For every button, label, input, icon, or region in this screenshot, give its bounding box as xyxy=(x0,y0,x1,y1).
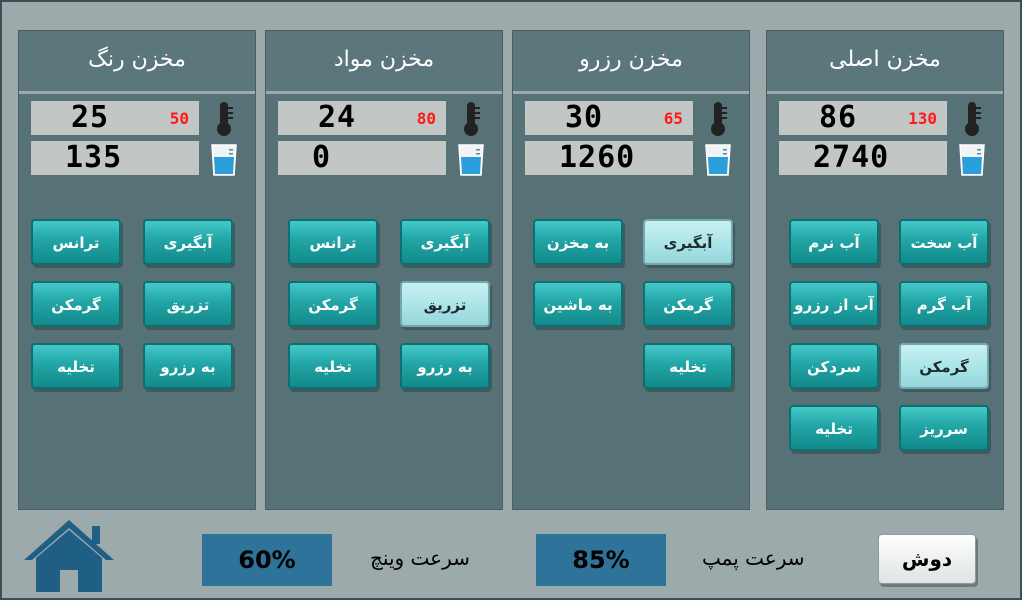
beaker-icon xyxy=(705,144,731,176)
temperature-value: 24 xyxy=(318,100,357,135)
beaker-icon xyxy=(458,144,484,176)
hmi-screen: مخزن رنگ 25 50 135 ترانس آبگیری گرمکن تز… xyxy=(0,0,1022,600)
home-icon[interactable] xyxy=(20,516,118,594)
heater-button[interactable]: گرمکن xyxy=(643,281,733,327)
temperature-setpoint: 130 xyxy=(908,109,937,128)
winch-speed-label: سرعت وینچ xyxy=(370,546,470,570)
level-value: 0 xyxy=(312,140,332,175)
temperature-value: 25 xyxy=(71,100,110,135)
panel-title: مخزن رنگ xyxy=(19,31,255,94)
level-value: 135 xyxy=(65,140,123,175)
inject-button[interactable]: تزریق xyxy=(143,281,233,327)
beaker-icon xyxy=(959,144,985,176)
temperature-readout: 24 80 xyxy=(278,101,446,135)
level-value: 1260 xyxy=(559,140,636,175)
temperature-value: 30 xyxy=(565,100,604,135)
level-readout: 2740 xyxy=(779,141,947,175)
level-readout: 1260 xyxy=(525,141,693,175)
pump-speed-label: سرعت پمپ xyxy=(702,546,805,570)
thermometer-icon xyxy=(217,102,233,136)
fill-button[interactable]: آبگیری xyxy=(143,219,233,265)
panel-reserve-tank: مخزن رزرو 30 65 1260 به مخزن آبگیری به م… xyxy=(512,30,750,510)
temperature-setpoint: 65 xyxy=(663,109,683,128)
drain-button[interactable]: تخلیه xyxy=(288,343,378,389)
trans-button[interactable]: ترانس xyxy=(31,219,121,265)
to-tank-button[interactable]: به مخزن xyxy=(533,219,623,265)
shower-button[interactable]: دوش xyxy=(878,534,976,584)
panel-title: مخزن مواد xyxy=(266,31,502,94)
temperature-readout: 86 130 xyxy=(779,101,947,135)
pump-speed-value: 85% xyxy=(536,534,666,586)
panel-material-tank: مخزن مواد 24 80 0 ترانس آبگیری گرمکن تزر… xyxy=(265,30,503,510)
water-from-reserve-button[interactable]: آب از رزرو xyxy=(789,281,879,327)
panel-paint-tank: مخزن رنگ 25 50 135 ترانس آبگیری گرمکن تز… xyxy=(18,30,256,510)
to-reserve-button[interactable]: به رزرو xyxy=(400,343,490,389)
panel-title: مخزن رزرو xyxy=(513,31,749,94)
beaker-icon xyxy=(211,144,237,176)
thermometer-icon xyxy=(965,102,981,136)
soft-water-button[interactable]: آب نرم xyxy=(789,219,879,265)
panel-title: مخزن اصلی xyxy=(767,31,1003,94)
temperature-setpoint: 80 xyxy=(416,109,436,128)
to-machine-button[interactable]: به ماشین xyxy=(533,281,623,327)
level-readout: 135 xyxy=(31,141,199,175)
thermometer-icon xyxy=(711,102,727,136)
panel-main-tank: مخزن اصلی 86 130 2740 آب نرم آب سخت آب ا… xyxy=(766,30,1004,510)
overflow-button[interactable]: سرریز xyxy=(899,405,989,451)
hard-water-button[interactable]: آب سخت xyxy=(899,219,989,265)
inject-button[interactable]: تزریق xyxy=(400,281,490,327)
drain-button[interactable]: تخلیه xyxy=(31,343,121,389)
heater-button[interactable]: گرمکن xyxy=(899,343,989,389)
temperature-value: 86 xyxy=(819,100,858,135)
temperature-readout: 30 65 xyxy=(525,101,693,135)
level-value: 2740 xyxy=(813,140,890,175)
thermometer-icon xyxy=(464,102,480,136)
drain-button[interactable]: تخلیه xyxy=(643,343,733,389)
heater-button[interactable]: گرمکن xyxy=(31,281,121,327)
level-readout: 0 xyxy=(278,141,446,175)
fill-button[interactable]: آبگیری xyxy=(643,219,733,265)
temperature-readout: 25 50 xyxy=(31,101,199,135)
hot-water-button[interactable]: آب گرم xyxy=(899,281,989,327)
to-reserve-button[interactable]: به رزرو xyxy=(143,343,233,389)
temperature-setpoint: 50 xyxy=(169,109,189,128)
fill-button[interactable]: آبگیری xyxy=(400,219,490,265)
cooler-button[interactable]: سردکن xyxy=(789,343,879,389)
heater-button[interactable]: گرمکن xyxy=(288,281,378,327)
trans-button[interactable]: ترانس xyxy=(288,219,378,265)
winch-speed-value: 60% xyxy=(202,534,332,586)
drain-button[interactable]: تخلیه xyxy=(789,405,879,451)
